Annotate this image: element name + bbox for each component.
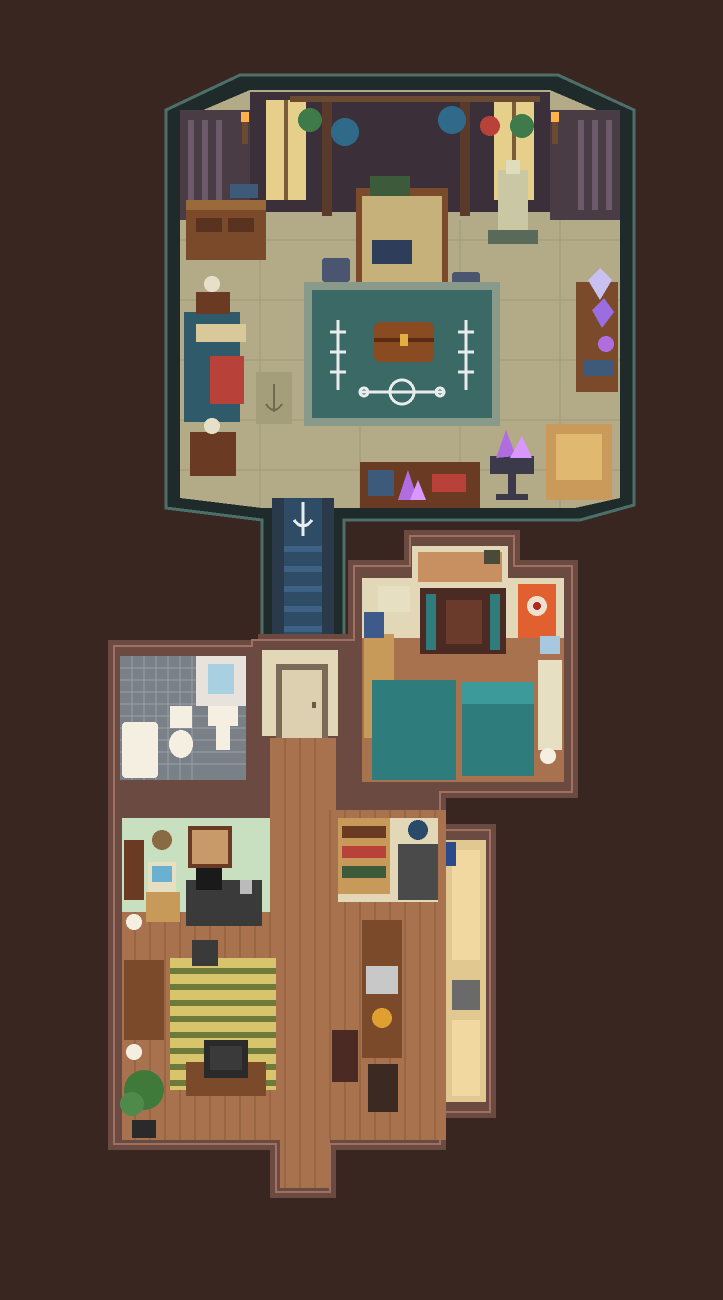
painting [188, 826, 232, 868]
bookshelf[interactable] [338, 818, 390, 894]
lamp-icon[interactable] [126, 1044, 142, 1060]
poster [518, 584, 556, 638]
fruit-bowl-icon [372, 1008, 392, 1028]
ritual-chamber [164, 73, 636, 642]
monitor-icon[interactable] [196, 868, 222, 890]
bed-icon[interactable] [372, 680, 534, 780]
fridge-icon[interactable] [398, 844, 438, 900]
armchair[interactable] [546, 424, 612, 500]
stairway[interactable] [272, 498, 334, 640]
bathtub-icon[interactable] [122, 722, 158, 778]
bottom-shelf[interactable] [360, 462, 480, 508]
chest-icon[interactable] [374, 322, 434, 362]
crystal-table[interactable] [576, 268, 618, 392]
game-map [0, 0, 723, 1300]
hallway [262, 650, 338, 738]
bedroom [362, 546, 564, 782]
chamber-bed[interactable] [184, 312, 246, 422]
bathroom [120, 656, 246, 780]
kitchen-island[interactable] [362, 920, 402, 1058]
lamp-icon[interactable] [126, 914, 142, 930]
door-icon[interactable] [276, 664, 328, 738]
closet[interactable] [420, 588, 506, 654]
